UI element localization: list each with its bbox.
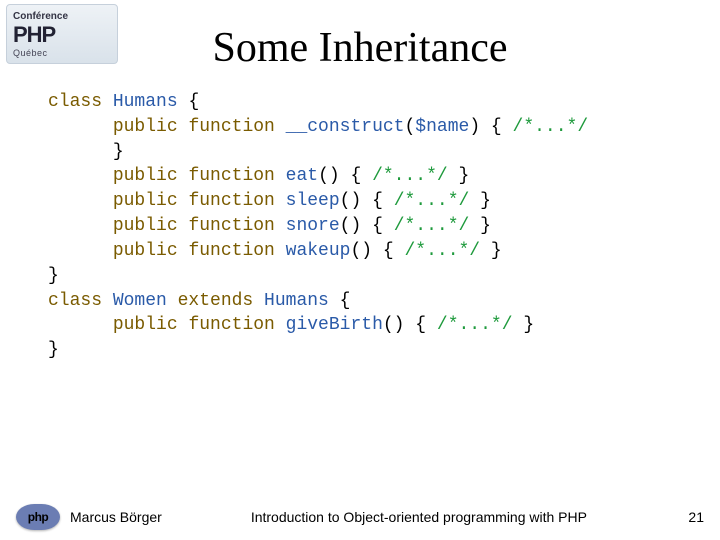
footer-title: Introduction to Object-oriented programm… [162,509,676,525]
badge-line1: Conférence [13,11,111,22]
conference-badge: Conférence PHP Québec [6,4,118,64]
slide-footer: php Marcus Börger Introduction to Object… [0,504,720,530]
php-logo-icon: php [16,504,60,530]
badge-line2: PHP [13,22,111,48]
code-block: class Humans { public function __constru… [0,90,720,363]
badge-line3: Québec [13,48,111,58]
footer-author: Marcus Börger [70,509,162,525]
php-logo-text: php [28,510,49,524]
footer-page-number: 21 [676,509,704,525]
